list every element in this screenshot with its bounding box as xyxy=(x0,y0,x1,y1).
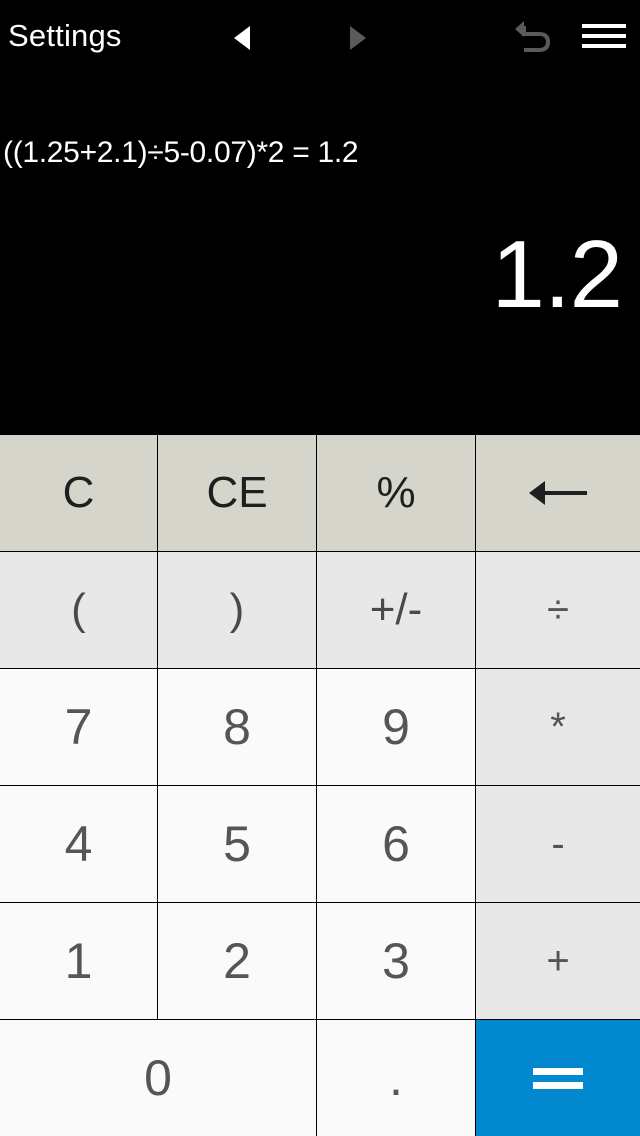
key-multiply[interactable]: * xyxy=(476,669,640,785)
key-4-label: 4 xyxy=(64,816,93,872)
key-clear-entry[interactable]: CE xyxy=(158,435,316,551)
result-value: 1.2 xyxy=(491,221,623,328)
key-clear-entry-label: CE xyxy=(206,468,268,517)
equals-icon xyxy=(531,1051,585,1106)
key-decimal-label: . xyxy=(389,1050,403,1106)
triangle-left-icon[interactable] xyxy=(224,18,264,58)
key-3-label: 3 xyxy=(382,933,410,989)
key-add-label: + xyxy=(546,938,570,983)
key-sign-toggle-label: +/- xyxy=(369,585,423,634)
key-add[interactable]: + xyxy=(476,903,640,1019)
key-subtract[interactable]: - xyxy=(476,786,640,902)
key-6[interactable]: 6 xyxy=(317,786,475,902)
keypad: C CE% () +/- ÷ 7 8 9 * 4 5 6 - 1 2 3 +0. xyxy=(0,434,640,1136)
top-bar: Settings xyxy=(0,0,640,72)
key-5[interactable]: 5 xyxy=(158,786,316,902)
triangle-right-icon[interactable] xyxy=(336,18,376,58)
key-4[interactable]: 4 xyxy=(0,786,157,902)
calculator-display: ((1.25+2.1)÷5-0.07)*2 = 1.2 1.2 xyxy=(0,72,640,434)
key-9[interactable]: 9 xyxy=(317,669,475,785)
key-clear-label: C xyxy=(62,468,95,517)
key-close-paren[interactable]: ) xyxy=(158,552,316,668)
key-5-label: 5 xyxy=(223,816,251,872)
settings-button[interactable]: Settings xyxy=(8,18,122,54)
key-7[interactable]: 7 xyxy=(0,669,157,785)
key-3[interactable]: 3 xyxy=(317,903,475,1019)
key-backspace[interactable] xyxy=(476,435,640,551)
key-multiply-label: * xyxy=(550,704,566,749)
key-sign-toggle[interactable]: +/- xyxy=(317,552,475,668)
key-decimal[interactable]: . xyxy=(317,1020,475,1136)
key-percent-label: % xyxy=(376,468,416,517)
key-equals[interactable] xyxy=(476,1020,640,1136)
key-2[interactable]: 2 xyxy=(158,903,316,1019)
key-9-label: 9 xyxy=(382,699,410,755)
key-close-paren-label: ) xyxy=(229,585,245,634)
hamburger-menu-icon[interactable] xyxy=(578,12,630,62)
key-8-label: 8 xyxy=(223,699,251,755)
key-8[interactable]: 8 xyxy=(158,669,316,785)
key-clear[interactable]: C xyxy=(0,435,157,551)
arrow-left-icon xyxy=(527,476,589,510)
key-percent[interactable]: % xyxy=(317,435,475,551)
expression-text: ((1.25+2.1)÷5-0.07)*2 = 1.2 xyxy=(3,136,359,169)
undo-icon[interactable] xyxy=(508,12,560,62)
key-1-label: 1 xyxy=(64,933,93,989)
key-0-label: 0 xyxy=(144,1050,172,1106)
key-2-label: 2 xyxy=(223,933,251,989)
key-subtract-label: - xyxy=(551,821,565,866)
key-1[interactable]: 1 xyxy=(0,903,157,1019)
calculator-app: Settings ((1.25+2.1)÷5-0.07)*2 = 1.2 1.2… xyxy=(0,0,640,1136)
key-0[interactable]: 0 xyxy=(0,1020,316,1136)
key-divide-label: ÷ xyxy=(547,587,569,632)
key-6-label: 6 xyxy=(382,816,410,872)
key-7-label: 7 xyxy=(64,699,93,755)
key-open-paren[interactable]: ( xyxy=(0,552,157,668)
key-open-paren-label: ( xyxy=(71,585,86,634)
key-divide[interactable]: ÷ xyxy=(476,552,640,668)
